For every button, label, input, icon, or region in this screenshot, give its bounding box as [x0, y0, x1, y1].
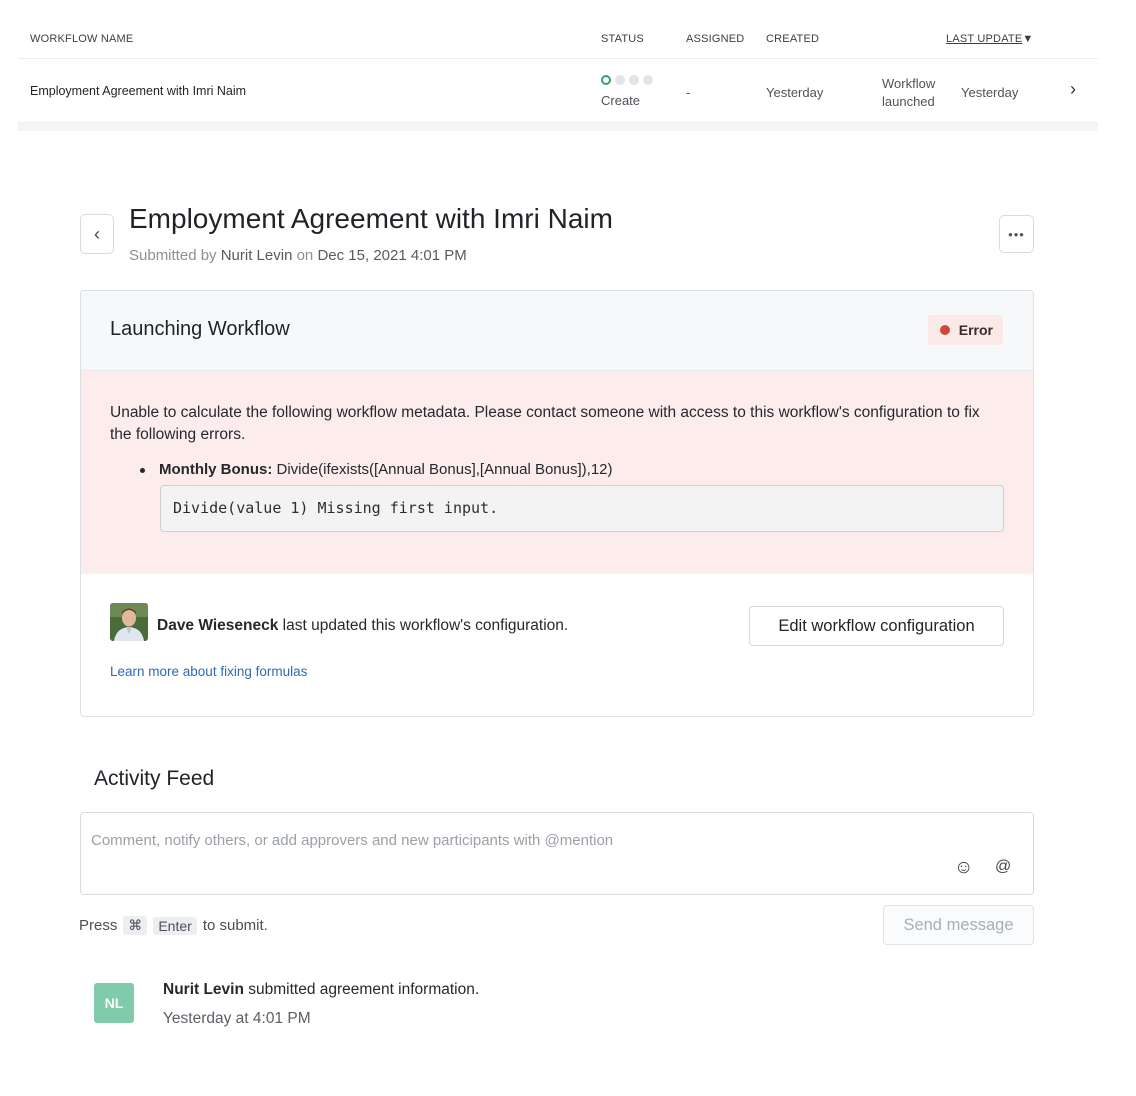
send-message-button[interactable]: Send message: [883, 905, 1034, 945]
chevron-left-icon: ‹: [94, 223, 100, 244]
emoji-icon[interactable]: ☺: [954, 857, 973, 879]
row-assigned: -: [686, 85, 691, 100]
error-dot-icon: [939, 325, 950, 335]
enter-key: Enter: [153, 916, 197, 935]
edit-workflow-configuration-button[interactable]: Edit workflow configuration: [749, 606, 1004, 646]
error-field-formula: Divide(ifexists([Annual Bonus],[Annual B…: [276, 461, 613, 478]
page-title: Employment Agreement with Imri Naim: [129, 203, 613, 234]
learn-more-link[interactable]: Learn more about fixing formulas: [110, 664, 307, 679]
avatar: [110, 603, 148, 641]
row-last-update-date: Yesterday: [961, 85, 1019, 100]
status-step-dot: [615, 75, 625, 85]
column-header-last-update[interactable]: LAST UPDATE▼: [946, 33, 1033, 45]
more-options-button[interactable]: •••: [999, 215, 1034, 253]
back-button[interactable]: ‹: [80, 214, 114, 254]
updater-text: last updated this workflow's configurati…: [282, 617, 569, 634]
feed-item-author: Nurit Levin: [163, 981, 244, 998]
error-field-name: Monthly Bonus:: [159, 461, 273, 478]
submitted-date: Dec 15, 2021 4:01 PM: [317, 247, 467, 264]
hint-suffix: to submit.: [202, 917, 268, 934]
row-status-label: Create: [601, 93, 641, 108]
row-created: Yesterday: [766, 85, 824, 100]
feed-item-text: Nurit Levin submitted agreement informat…: [163, 981, 479, 999]
activity-feed-title: Activity Feed: [94, 767, 215, 790]
error-list-item: Monthly Bonus: Divide(ifexists([Annual B…: [140, 461, 613, 478]
ellipsis-icon: •••: [1008, 226, 1025, 242]
error-panel: Unable to calculate the following workfl…: [81, 371, 1033, 574]
submitted-info: Submitted by Nurit Levin on Dec 15, 2021…: [129, 247, 467, 264]
status-step-dot: [643, 75, 653, 85]
person-photo-icon: [110, 603, 148, 641]
status-badge-label: Error: [958, 322, 993, 338]
avatar: NL: [94, 983, 134, 1023]
comment-placeholder: Comment, notify others, or add approvers…: [91, 832, 614, 849]
row-last-update-event-line2: launched: [882, 94, 935, 109]
command-key-icon: ⌘: [123, 916, 148, 935]
card-header: Launching Workflow Error: [81, 291, 1033, 371]
feed-item-message: submitted agreement information.: [248, 981, 480, 998]
card-title: Launching Workflow: [110, 318, 290, 340]
status-step-dot: [629, 75, 639, 85]
config-updated-by: Dave Wieseneck last updated this workflo…: [157, 617, 568, 635]
error-detail-code: Divide(value 1) Missing first input.: [160, 485, 1004, 532]
status-badge: Error: [927, 315, 1003, 345]
column-header-name: WORKFLOW NAME: [30, 33, 134, 45]
table-row[interactable]: Employment Agreement with Imri Naim Crea…: [18, 59, 1098, 123]
updater-name: Dave Wieseneck: [157, 617, 279, 634]
row-workflow-name: Employment Agreement with Imri Naim: [30, 84, 247, 98]
submitted-prefix: Submitted by: [129, 247, 217, 264]
submitter-name: Nurit Levin: [220, 247, 293, 264]
feed-item-time: Yesterday at 4:01 PM: [163, 1010, 311, 1027]
column-header-assigned: ASSIGNED: [686, 33, 745, 45]
submitted-on: on: [296, 247, 314, 264]
sort-desc-icon: ▼: [1022, 33, 1034, 45]
launch-workflow-card: Launching Workflow Error Unable to calcu…: [80, 290, 1034, 717]
status-progress: [601, 75, 653, 85]
mention-icon[interactable]: @: [995, 858, 1011, 876]
column-header-created: CREATED: [766, 33, 820, 45]
table-bottom-shadow: [18, 123, 1098, 131]
chevron-right-icon[interactable]: ›: [1070, 79, 1076, 100]
workflow-table: WORKFLOW NAME STATUS ASSIGNED CREATED LA…: [18, 20, 1098, 123]
column-header-last-update-label: LAST UPDATE: [946, 33, 1023, 45]
error-message: Unable to calculate the following workfl…: [110, 404, 980, 443]
status-step-dot-active: [601, 75, 611, 85]
hint-press: Press: [79, 917, 118, 934]
comment-input[interactable]: Comment, notify others, or add approvers…: [80, 812, 1034, 895]
column-header-status: STATUS: [601, 33, 644, 45]
table-header: WORKFLOW NAME STATUS ASSIGNED CREATED LA…: [18, 20, 1098, 59]
row-last-update-event: Workflow launched: [882, 75, 935, 111]
row-last-update-event-line1: Workflow: [882, 76, 936, 91]
submit-hint: Press ⌘ Enter to submit.: [79, 916, 268, 935]
